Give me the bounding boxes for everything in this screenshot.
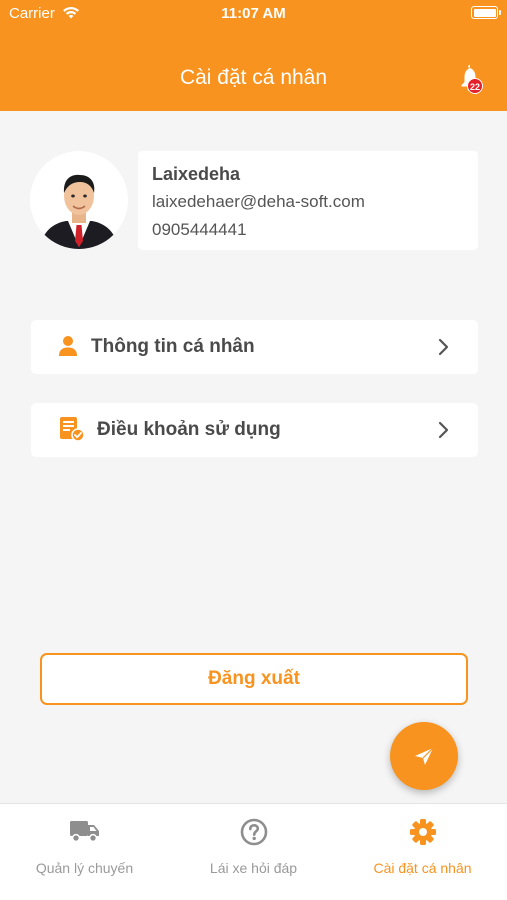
menu-item-terms[interactable]: Điều khoản sử dụng [31, 403, 478, 457]
clock: 11:07 AM [221, 5, 286, 22]
tab-label-driver-qa: Lái xe hỏi đáp [209, 860, 298, 876]
status-bar: Carrier 11:07 AM [0, 0, 507, 30]
person-icon [59, 336, 77, 356]
menu-label-terms: Điều khoản sử dụng [97, 419, 281, 440]
header: Carrier 11:07 AM Cài đặt cá nhân 22 [0, 0, 507, 111]
tab-label-personal-settings: Cài đặt cá nhân [373, 860, 472, 876]
chevron-right-icon [438, 338, 449, 356]
page-title: Cài đặt cá nhân [179, 66, 328, 89]
profile-name: Laixedeha [152, 164, 241, 184]
tab-personal-settings[interactable]: Cài đặt cá nhân [338, 804, 507, 900]
chevron-right-icon [438, 421, 449, 439]
avatar-illustration [40, 174, 118, 249]
profile-email: laixedehaer@deha-soft.com [152, 192, 365, 211]
send-fab-button[interactable] [390, 722, 458, 790]
tab-trip-management[interactable]: Quản lý chuyến [0, 804, 169, 900]
menu-label-personal-info: Thông tin cá nhân [91, 336, 255, 357]
avatar [30, 151, 128, 249]
profile-card: Laixedeha laixedehaer@deha-soft.com 0905… [138, 151, 478, 250]
logout-button[interactable]: Đăng xuất [40, 653, 468, 705]
tab-bar: Quản lý chuyến Lái xe hỏi đáp Cài đặt cá… [0, 803, 507, 900]
menu-item-personal-info[interactable]: Thông tin cá nhân [31, 320, 478, 374]
question-icon [240, 818, 267, 846]
profile-phone: 0905444441 [152, 220, 247, 239]
truck-icon [69, 821, 99, 843]
send-icon [415, 747, 434, 765]
document-check-icon [60, 417, 85, 442]
battery-tip [499, 10, 501, 15]
tab-label-trip-management: Quản lý chuyến [35, 860, 134, 876]
battery-icon [471, 6, 498, 19]
tab-driver-qa[interactable]: Lái xe hỏi đáp [169, 804, 338, 900]
notification-badge: 22 [467, 78, 483, 94]
gear-icon [409, 819, 436, 845]
